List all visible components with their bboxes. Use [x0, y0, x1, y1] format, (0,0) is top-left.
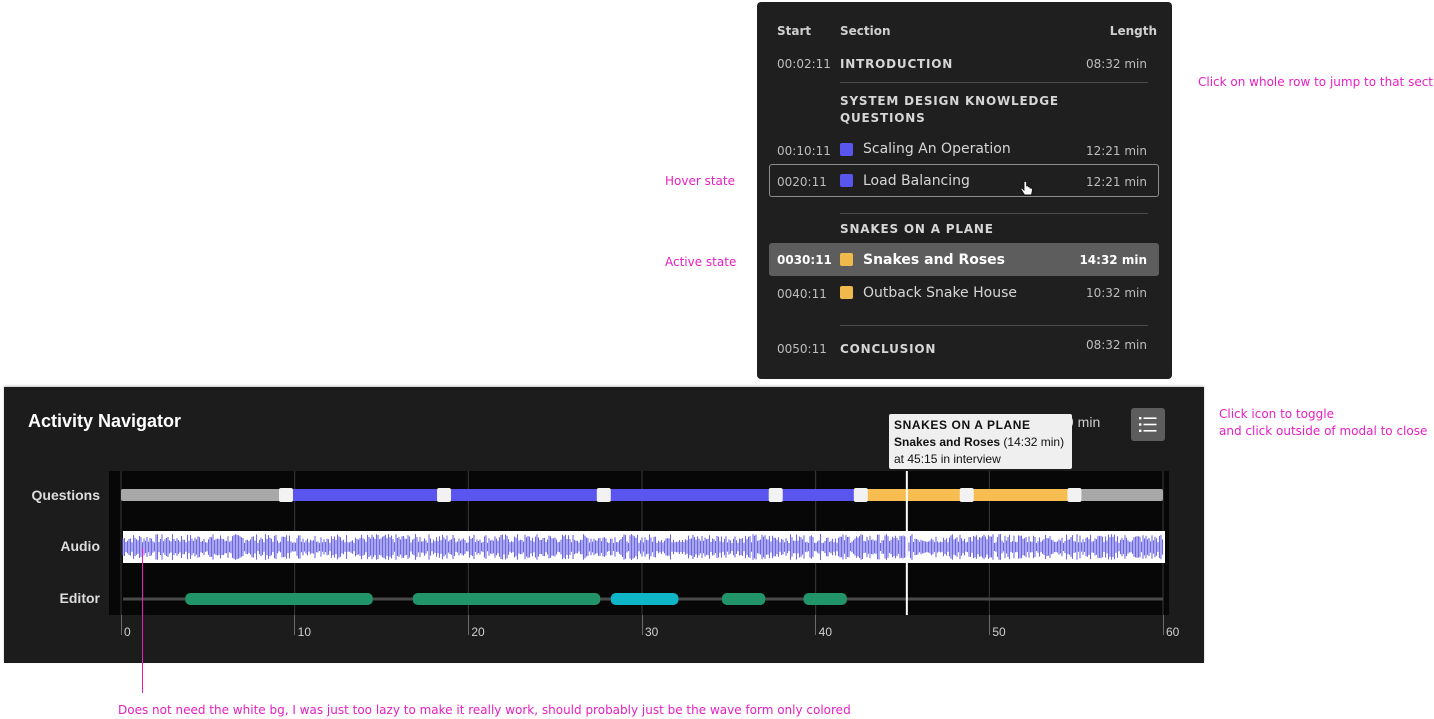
question-segment — [1070, 489, 1163, 501]
row-length: 12:21 min — [1085, 175, 1147, 189]
axis-tick-label: 50 — [992, 625, 1006, 639]
row-start-time: 0050:11 — [777, 342, 827, 356]
row-length: 10:32 min — [1085, 286, 1147, 300]
row-length: 14:32 min — [1079, 253, 1147, 267]
row-length: 12:21 min — [1085, 144, 1147, 158]
section-color-swatch — [840, 253, 853, 266]
row-start-time: 00:10:11 — [777, 144, 831, 158]
question-marker — [596, 488, 611, 502]
question-marker — [959, 488, 974, 502]
editor-segment — [610, 593, 679, 605]
question-marker — [768, 488, 783, 502]
annotation-hover-state: Hover state — [665, 174, 735, 188]
row-start-time: 0040:11 — [777, 287, 827, 301]
axis-tick-mark — [120, 615, 122, 635]
axis-tick-mark — [1162, 615, 1164, 635]
axis-tick-mark — [641, 615, 643, 635]
question-marker — [1067, 488, 1082, 502]
axis-tick-label: 30 — [645, 625, 659, 639]
timeline-tracks[interactable] — [109, 471, 1169, 615]
group-heading-line: SYSTEM DESIGN KNOWLEDGE — [840, 94, 1059, 108]
list-icon — [1139, 417, 1157, 432]
row-section-name: Load Balancing — [863, 173, 970, 189]
row-section-name: Scaling An Operation — [863, 141, 1011, 157]
tooltip-section: SNAKES ON A PLANE — [894, 418, 1031, 432]
track-label-editor: Editor — [59, 590, 100, 606]
axis-tick-mark — [467, 615, 469, 635]
axis-tick-label: 20 — [471, 625, 485, 639]
annotation-active-state: Active state — [665, 255, 737, 269]
question-marker — [853, 488, 868, 502]
section-row-snakes-and-roses[interactable]: 0030:11 Snakes and Roses 14:32 min — [769, 243, 1159, 276]
section-row-scaling-an-operation[interactable]: 00:10:11 Scaling An Operation 12:21 min — [769, 134, 1159, 165]
question-marker — [437, 488, 452, 502]
axis-tick-label: 60 — [1166, 625, 1180, 639]
row-section-name: Outback Snake House — [863, 285, 1017, 301]
group-heading-system-design: SYSTEM DESIGN KNOWLEDGE QUESTIONS — [840, 93, 1059, 127]
section-row-introduction[interactable]: 00:02:11 INTRODUCTION 08:32 min — [769, 48, 1159, 79]
editor-segment — [803, 593, 847, 605]
annotation-toggle-line2: and click outside of modal to close — [1219, 424, 1428, 438]
annotation-pointer-line — [142, 548, 143, 693]
row-start-time: 0020:11 — [777, 175, 827, 189]
group-heading-line: QUESTIONS — [840, 111, 926, 125]
column-header-length: Length — [1109, 24, 1157, 38]
tooltip-question-length: (14:32 min) — [1000, 435, 1065, 449]
track-label-audio: Audio — [60, 538, 100, 554]
column-header-start: Start — [777, 24, 812, 38]
hand-cursor-icon — [1020, 181, 1033, 196]
section-divider — [840, 325, 1148, 326]
timeline-tooltip: SNAKES ON A PLANE Snakes and Roses (14:3… — [889, 414, 1072, 469]
timeline-chart — [120, 471, 1165, 615]
row-section-label: INTRODUCTION — [840, 57, 954, 71]
section-color-swatch — [840, 286, 853, 299]
tooltip-position: at 45:15 in interview — [894, 452, 1001, 466]
row-length: 08:32 min — [1085, 57, 1147, 71]
section-divider — [840, 82, 1148, 83]
section-divider — [840, 213, 1148, 214]
editor-segment — [185, 593, 373, 605]
track-label-questions: Questions — [31, 487, 100, 503]
row-section-label: CONCLUSION — [840, 342, 937, 356]
axis-tick-label: 0 — [124, 625, 131, 639]
annotation-row-click: Click on whole row to jump to that secti… — [1198, 75, 1434, 89]
section-row-load-balancing[interactable]: 0020:11 Load Balancing 12:21 min — [769, 164, 1159, 197]
axis-tick-mark — [294, 615, 296, 635]
row-start-time: 0030:11 — [777, 253, 832, 267]
editor-segment — [721, 593, 766, 605]
axis-tick-mark — [988, 615, 990, 635]
section-row-outback-snake-house[interactable]: 0040:11 Outback Snake House 10:32 min — [769, 278, 1159, 309]
group-heading-snakes: SNAKES ON A PLANE — [840, 222, 994, 236]
row-section-name: Snakes and Roses — [863, 252, 1006, 268]
axis-tick-label: 40 — [818, 625, 833, 639]
row-start-time: 00:02:11 — [777, 57, 831, 71]
navigator-title: Activity Navigator — [28, 411, 182, 431]
section-list-toggle-button[interactable] — [1131, 408, 1165, 441]
row-length: 08:32 min — [1085, 338, 1147, 352]
activity-navigator: Activity Navigator 9 min Questions Audio… — [4, 387, 1204, 663]
editor-segment — [412, 593, 601, 605]
axis-tick-mark — [815, 615, 817, 635]
section-row-conclusion[interactable]: 0050:11 CONCLUSION 08:32 min — [769, 332, 1159, 363]
tooltip-question-name: Snakes and Roses — [894, 435, 1001, 449]
tooltip-question: Snakes and Roses (14:32 min) — [894, 434, 1067, 451]
question-segment — [121, 489, 286, 501]
section-color-swatch — [840, 174, 853, 187]
annotation-toggle-line1: Click icon to toggle — [1219, 407, 1334, 421]
axis-tick-label: 10 — [297, 625, 312, 639]
question-marker — [278, 488, 293, 502]
sections-dropdown: Start Section Length 00:02:11 INTRODUCTI… — [757, 2, 1172, 379]
column-header-section: Section — [840, 24, 891, 38]
annotation-audio-note: Does not need the white bg, I was just t… — [118, 703, 851, 717]
section-color-swatch — [840, 143, 853, 156]
